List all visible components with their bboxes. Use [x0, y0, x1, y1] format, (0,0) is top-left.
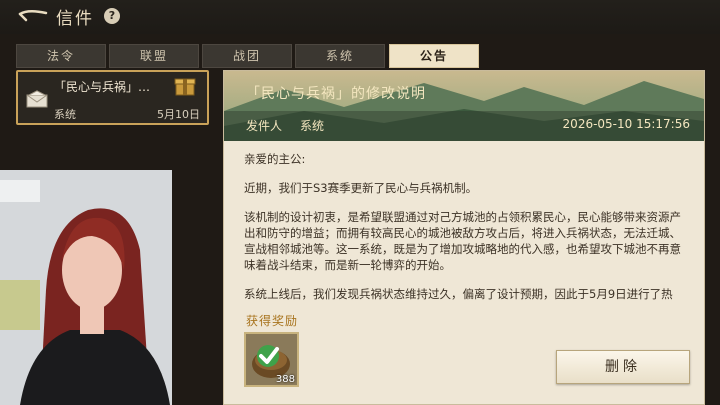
sender-label: 发件人: [246, 119, 283, 133]
mail-item-title: 「民心与兵祸」…: [54, 80, 151, 94]
sender-name: 系统: [300, 119, 325, 133]
mail-paragraph: 该机制的设计初衷，是希望联盟通过对己方城池的占领积累民心，民心能够带来资源产出和…: [244, 210, 681, 272]
mail-banner: 「民心与兵祸」的修改说明 发件人 系统 2026-05-10 15:17:56: [224, 71, 704, 141]
streamer-photo: [0, 170, 172, 405]
mail-paragraph: 系统上线后，我们发现兵祸状态维持过久，偏离了设计预期，因此于5月9日进行了热: [244, 287, 673, 301]
delete-button[interactable]: 删除: [556, 350, 690, 384]
mail-body: 亲爱的主公: 近期，我们于S3赛季更新了民心与兵祸机制。 该机制的设计初衷，是希…: [244, 151, 692, 315]
reward-count: 388: [275, 374, 295, 385]
mail-paragraph: 近期，我们于S3赛季更新了民心与兵祸机制。: [244, 181, 478, 195]
mail-title: 「民心与兵祸」的修改说明: [246, 86, 426, 102]
reward-item[interactable]: 388: [244, 332, 299, 387]
mail-paragraph: 亲爱的主公:: [244, 152, 306, 166]
help-icon[interactable]: ?: [104, 8, 120, 24]
mail-item-date: 5月10日: [157, 108, 200, 121]
top-bar: 信件 ?: [0, 0, 720, 34]
tab-decree[interactable]: 法令: [16, 44, 106, 68]
send-timestamp: 2026-05-10 15:17:56: [562, 117, 690, 131]
back-arrow-icon[interactable]: [16, 7, 50, 27]
mail-detail-panel: 「民心与兵祸」的修改说明 发件人 系统 2026-05-10 15:17:56 …: [223, 70, 705, 405]
tab-announcement[interactable]: 公告: [389, 44, 479, 68]
page-title: 信件: [56, 9, 94, 29]
webcam-overlay: [0, 170, 172, 405]
mail-list-item[interactable]: 「民心与兵祸」… 系统 5月10日: [16, 70, 209, 125]
tab-system[interactable]: 系统: [295, 44, 385, 68]
tab-alliance[interactable]: 联盟: [109, 44, 199, 68]
envelope-icon: [26, 90, 48, 108]
mail-item-sender: 系统: [54, 108, 76, 121]
reward-chest-icon: [174, 78, 196, 96]
tab-legion[interactable]: 战团: [202, 44, 292, 68]
reward-label: 获得奖励: [246, 314, 299, 328]
